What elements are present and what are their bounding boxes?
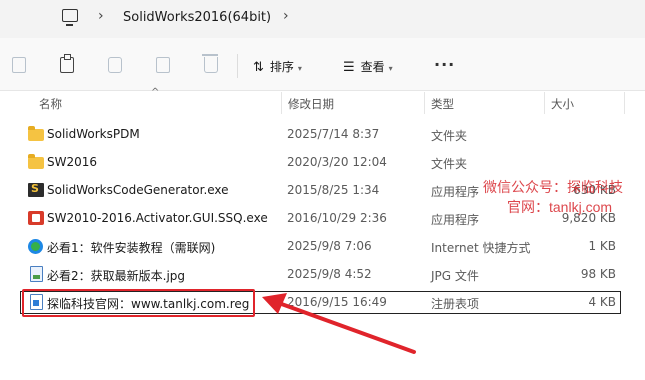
arrow-shaft — [274, 300, 416, 354]
watermark-line1: 微信公众号：探临科技 — [483, 179, 623, 195]
watermark-line2: 官网：tanlkj.com — [507, 199, 613, 215]
